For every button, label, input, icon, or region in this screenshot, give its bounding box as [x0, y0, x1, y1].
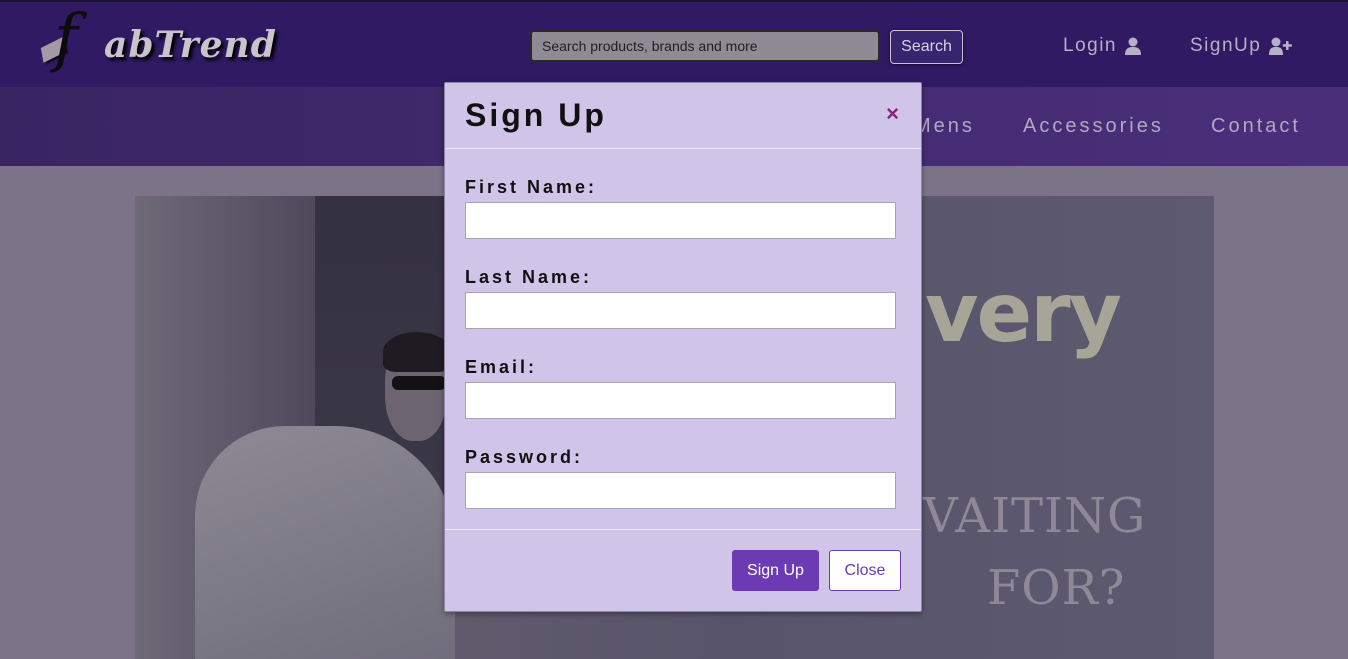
signup-link[interactable]: SignUp [1190, 35, 1293, 57]
logo-letter: f [54, 1, 78, 75]
search-button[interactable]: Search [890, 30, 963, 64]
hero-model-hair [383, 332, 451, 372]
modal-title: Sign Up [465, 97, 607, 133]
login-label: Login [1063, 35, 1117, 56]
close-button[interactable]: Close [829, 550, 901, 591]
nav-item-contact[interactable]: Contact [1211, 115, 1301, 138]
user-plus-icon [1269, 37, 1293, 55]
user-icon [1125, 37, 1141, 55]
login-link[interactable]: Login [1063, 35, 1141, 57]
logo-text: abTrend [104, 24, 277, 66]
password-field[interactable] [465, 472, 896, 509]
close-icon[interactable]: × [886, 103, 899, 125]
modal-header: Sign Up × [445, 83, 921, 149]
email-label: Email: [465, 357, 538, 377]
nav-item-mens[interactable]: Mens [914, 115, 975, 138]
hero-headline: very [925, 266, 1122, 361]
first-name-label: First Name: [465, 177, 598, 197]
signup-form: First Name: Last Name: Email: Password: [445, 149, 921, 530]
sunglasses-icon [392, 376, 446, 390]
search-input[interactable] [530, 30, 880, 62]
signup-modal: Sign Up × First Name: Last Name: Email: … [444, 82, 922, 612]
top-header: f abTrend Search Login SignUp [0, 0, 1348, 87]
last-name-label: Last Name: [465, 267, 593, 287]
signup-label: SignUp [1190, 35, 1262, 56]
hero-tagline-line-2: FOR? [987, 560, 1126, 616]
hero-model-figure [195, 426, 455, 659]
password-label: Password: [465, 447, 584, 467]
nav-item-accessories[interactable]: Accessories [1023, 115, 1164, 138]
email-field[interactable] [465, 382, 896, 419]
hero-tagline-line-1: VAITING [923, 488, 1147, 544]
signup-submit-button[interactable]: Sign Up [732, 550, 819, 591]
last-name-field[interactable] [465, 292, 896, 329]
first-name-field[interactable] [465, 202, 896, 239]
site-logo[interactable]: f abTrend [38, 6, 276, 78]
modal-footer: Sign Up Close [445, 529, 921, 612]
